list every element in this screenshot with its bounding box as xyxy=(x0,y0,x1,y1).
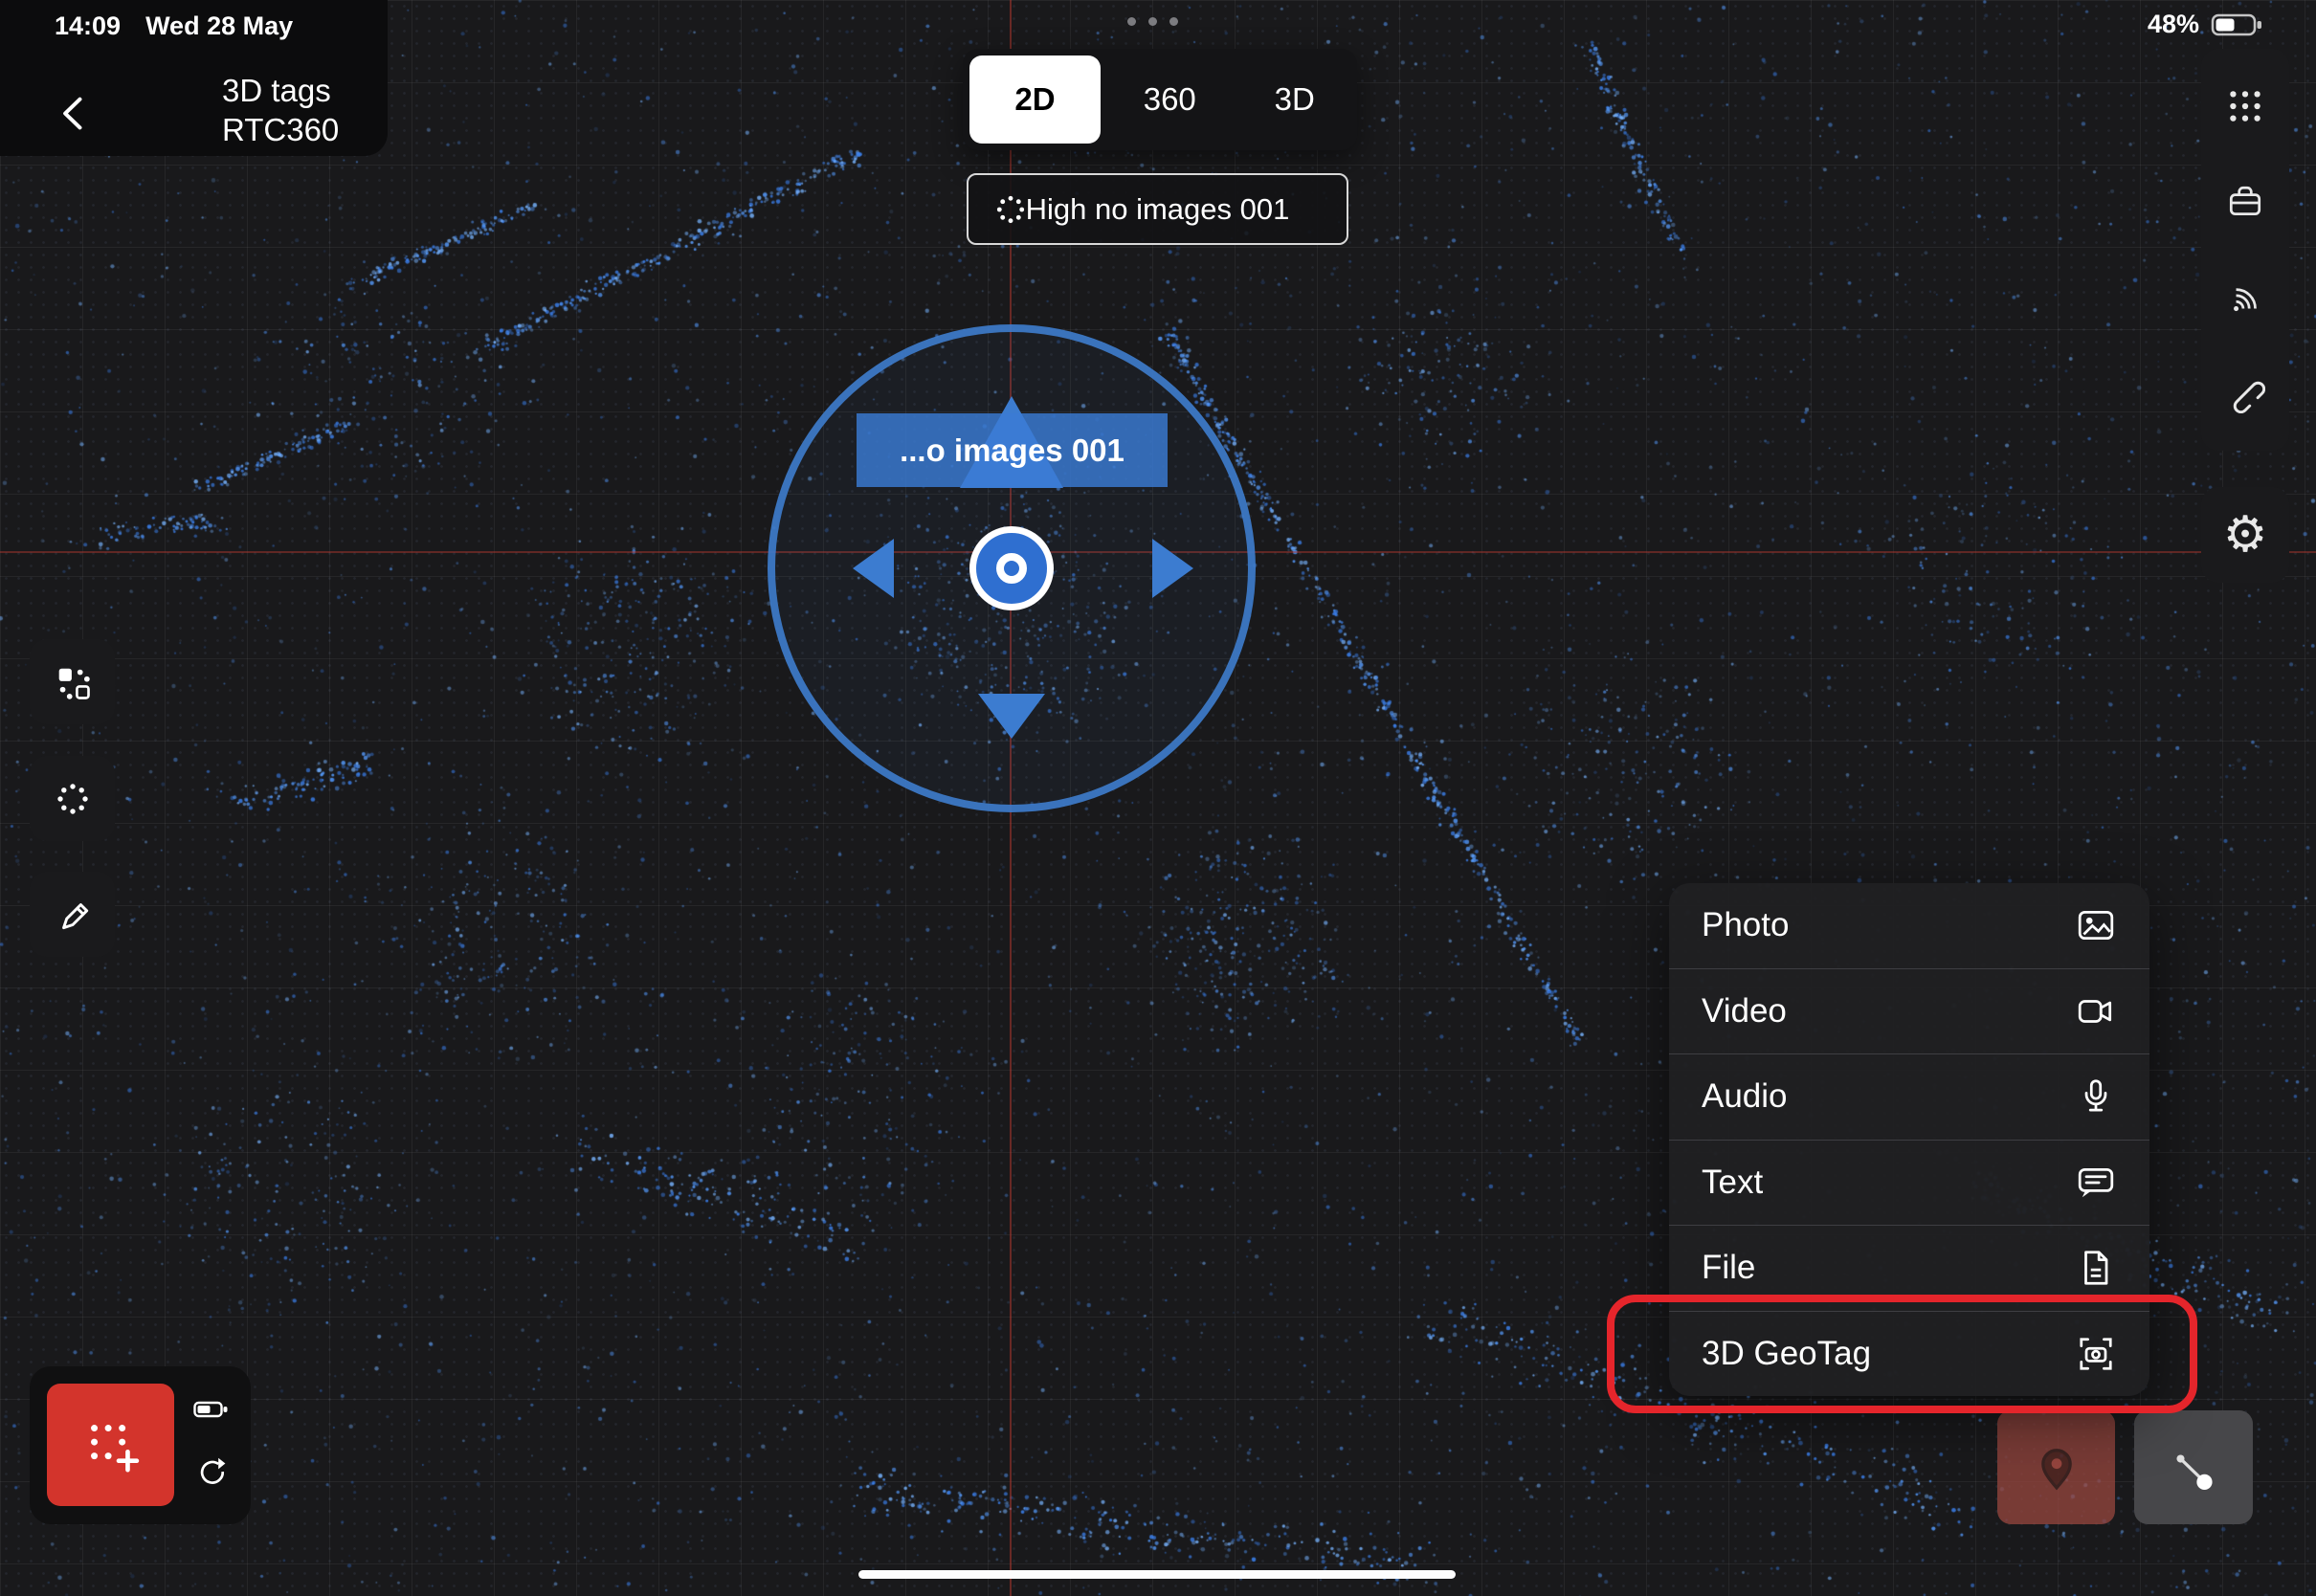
nav-arrow-right[interactable] xyxy=(1152,539,1193,598)
capture-side-controls xyxy=(183,1382,240,1508)
video-icon xyxy=(2075,990,2117,1032)
signal-icon xyxy=(2225,277,2265,318)
back-arrow-icon xyxy=(54,92,96,134)
text-icon xyxy=(2075,1162,2117,1204)
settings-panel: ⚙ xyxy=(2201,487,2289,583)
link-button[interactable] xyxy=(2218,366,2272,420)
audio-icon xyxy=(2075,1075,2117,1118)
apps-grid-button[interactable] xyxy=(2218,79,2272,133)
project-grid-icon xyxy=(52,661,94,703)
multitasking-handle-dots[interactable] xyxy=(1127,17,1178,26)
nav-target-inner-ring xyxy=(996,553,1027,584)
page-title: 3D tags RTC360 xyxy=(222,71,339,149)
status-time: 14:09 xyxy=(55,11,121,41)
menu-item-photo[interactable]: Photo xyxy=(1669,883,2149,968)
tab-3d[interactable]: 3D xyxy=(1233,49,1357,150)
point-cloud-button[interactable] xyxy=(30,756,115,841)
page-title-line1: 3D tags xyxy=(222,71,339,110)
menu-item-video[interactable]: Video xyxy=(1669,968,2149,1054)
annotate-pen-button[interactable] xyxy=(30,872,115,957)
menu-item-label: Audio xyxy=(1702,1077,1788,1116)
apps-grid-icon xyxy=(2225,86,2265,126)
back-button[interactable] xyxy=(46,84,103,142)
tab-360[interactable]: 360 xyxy=(1107,49,1232,150)
photo-icon xyxy=(2075,904,2117,946)
add-scan-icon xyxy=(80,1414,142,1475)
gear-icon: ⚙ xyxy=(2223,510,2268,560)
capture-panel xyxy=(30,1366,251,1524)
menu-item-file[interactable]: File xyxy=(1669,1225,2149,1311)
point-cloud-icon xyxy=(54,780,92,818)
node-link-icon xyxy=(2168,1442,2219,1494)
case-button[interactable] xyxy=(2218,175,2272,229)
case-icon xyxy=(2225,182,2265,222)
nav-arrow-down[interactable] xyxy=(978,694,1045,739)
battery-icon xyxy=(193,1400,230,1419)
status-bar-right: 48% xyxy=(2148,10,2264,39)
view-switcher: 2D 360 3D xyxy=(963,49,1357,150)
sync-icon[interactable] xyxy=(194,1455,229,1490)
node-link-button[interactable] xyxy=(2134,1410,2253,1524)
app-root: ...o images 001 14:09 Wed 28 May 48% 3D … xyxy=(0,0,2316,1596)
menu-item-3d-geotag[interactable]: 3D GeoTag xyxy=(1669,1311,2149,1397)
point-cloud-icon xyxy=(993,192,1028,227)
pin-icon xyxy=(2031,1442,2082,1494)
home-indicator[interactable] xyxy=(858,1570,1456,1579)
setup-selector-button[interactable]: High no images 001 xyxy=(967,173,1348,245)
right-toolbar xyxy=(2201,49,2289,451)
tab-2d[interactable]: 2D xyxy=(969,55,1101,144)
menu-item-text[interactable]: Text xyxy=(1669,1140,2149,1226)
capture-scan-button[interactable] xyxy=(47,1384,174,1506)
menu-item-label: File xyxy=(1702,1249,1755,1287)
settings-button[interactable]: ⚙ xyxy=(2218,508,2272,562)
geotag-pin-button[interactable] xyxy=(1997,1410,2115,1524)
pen-icon xyxy=(53,895,93,935)
status-date: Wed 28 May xyxy=(145,11,293,41)
file-icon xyxy=(2075,1247,2117,1289)
menu-item-audio[interactable]: Audio xyxy=(1669,1053,2149,1140)
signal-button[interactable] xyxy=(2218,271,2272,324)
geotag-icon xyxy=(2075,1333,2117,1375)
add-tag-context-menu: Photo Video Audio xyxy=(1669,883,2149,1396)
project-grid-button[interactable] xyxy=(30,639,115,724)
status-bar-left: 14:09 Wed 28 May xyxy=(55,11,293,41)
menu-item-label: Text xyxy=(1702,1164,1763,1202)
page-title-line2: RTC360 xyxy=(222,110,339,149)
nav-arrow-left[interactable] xyxy=(853,539,894,598)
nav-target-marker[interactable] xyxy=(969,526,1054,610)
battery-percent: 48% xyxy=(2148,10,2199,39)
menu-item-label: Video xyxy=(1702,992,1787,1031)
battery-icon xyxy=(2211,11,2264,38)
menu-item-label: 3D GeoTag xyxy=(1702,1335,1871,1373)
menu-item-label: Photo xyxy=(1702,906,1789,944)
link-icon xyxy=(2225,373,2265,413)
setup-node-label[interactable]: ...o images 001 xyxy=(857,413,1168,487)
